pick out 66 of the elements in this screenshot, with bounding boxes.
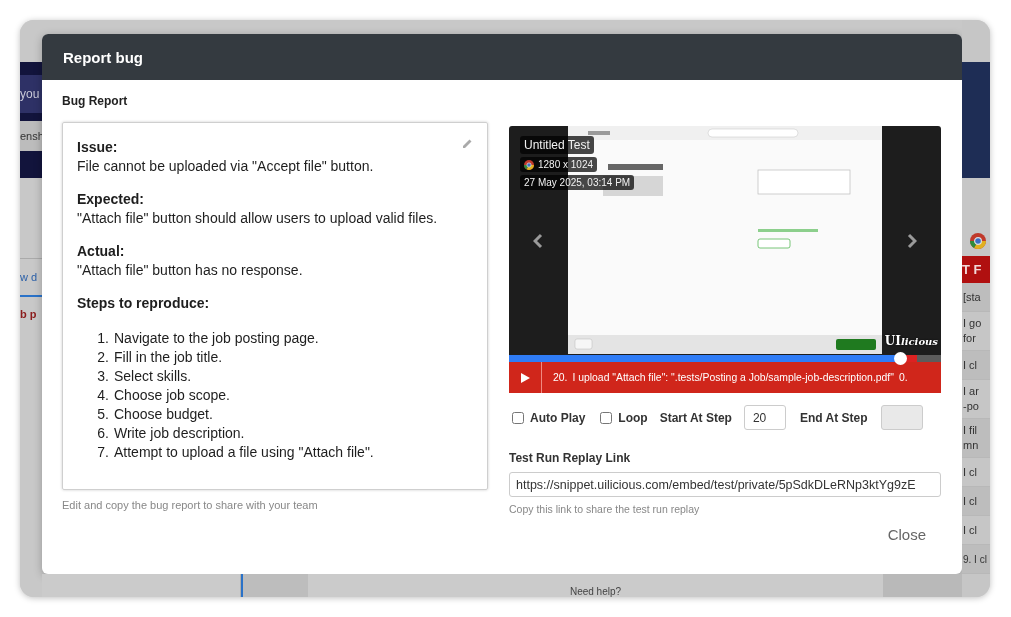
step-text: I ar [963, 384, 980, 399]
test-name-label: Untitled Test [520, 136, 594, 154]
banner-text: you [20, 87, 40, 101]
step-text: Select skills. [114, 367, 192, 386]
chevron-left-icon[interactable] [533, 232, 544, 249]
step-text: I fil [963, 423, 979, 438]
field-label: End At Step [799, 410, 868, 425]
section-text: File cannot be uploaded via "Accept file" button. [77, 157, 374, 176]
step-number: 7. [97, 443, 109, 462]
start-step-field[interactable]: 20 [743, 405, 786, 430]
step-text: Choose job scope. [114, 386, 230, 405]
step-text: Fill in the job title. [114, 348, 223, 367]
step-number: 20. [553, 372, 568, 383]
section-text: "Attach file" button has no response. [77, 261, 303, 280]
step-text: for [963, 331, 977, 346]
table-header: T F [962, 256, 990, 283]
step-number: 5. [97, 405, 109, 424]
step-text: I cl [963, 464, 979, 480]
hint-text: Edit and copy the bug report to share with your team [62, 499, 318, 511]
step-text: 9. I cl [963, 552, 988, 567]
browser-icon [524, 159, 534, 170]
step-text: I cl [963, 493, 979, 509]
checkbox-label: Auto Play [530, 410, 586, 425]
section-heading: Issue: [77, 138, 118, 157]
report-editor[interactable] [62, 122, 488, 490]
checkbox-label: Loop [618, 410, 648, 425]
step-number: 3. [97, 367, 109, 386]
warning-text: b p [20, 308, 37, 320]
tab-label: w d [20, 271, 38, 283]
section-heading: Expected: [77, 190, 144, 209]
step-number: 2. [97, 348, 109, 367]
step-text: mn [963, 438, 980, 453]
section-label: Bug Report [62, 94, 128, 108]
step-text: -po [963, 399, 980, 414]
step-number: 4. [97, 386, 109, 405]
loop-checkbox[interactable] [600, 411, 613, 424]
hint-text: Copy this link to share the test run replay [509, 503, 700, 515]
section-heading: Steps to reproduce: [77, 294, 210, 313]
close-button[interactable]: Close [887, 524, 926, 545]
play-icon [520, 372, 530, 383]
auto-play-checkbox[interactable] [512, 411, 524, 424]
step-number: 6. [97, 424, 109, 443]
step-duration: 0. [898, 372, 908, 383]
timestamp-label: 27 May 2025, 03:14 PM [520, 175, 635, 190]
dialog-title: Report bug [63, 48, 143, 66]
step-number: 1. [97, 329, 109, 348]
link-field[interactable]: https://snippet.uilicious.com/embed/test/private/5pSdkDLeRNp3ktYg9zE [509, 472, 941, 497]
browser-icon [970, 233, 986, 249]
field-label: Start At Step [659, 410, 732, 425]
step-text: I go [963, 316, 983, 331]
help-text: Need help? [569, 587, 622, 597]
step-text: I upload "Attach file": ".tests/Posting a Job/sample-job-description.pdf" [572, 372, 894, 383]
step-text: I cl [963, 522, 979, 538]
logo-text: UIlicious [884, 334, 938, 348]
step-text: I cl [963, 357, 979, 373]
step-text: Choose budget. [114, 405, 213, 424]
resolution-label: 1280 x 1024 [520, 157, 598, 172]
side-panel [241, 574, 308, 597]
chevron-right-icon[interactable] [906, 232, 917, 249]
step-text: Attempt to upload a file using "Attach file". [114, 443, 374, 462]
field-label: Test Run Replay Link [509, 451, 631, 465]
section-text: "Attach file" button should allow users to upload valid files. [77, 209, 438, 228]
step-text: Navigate to the job posting page. [114, 329, 319, 348]
step-text: Write job description. [114, 424, 245, 443]
section-heading: Actual: [77, 242, 125, 261]
step-text: [sta [963, 289, 982, 305]
